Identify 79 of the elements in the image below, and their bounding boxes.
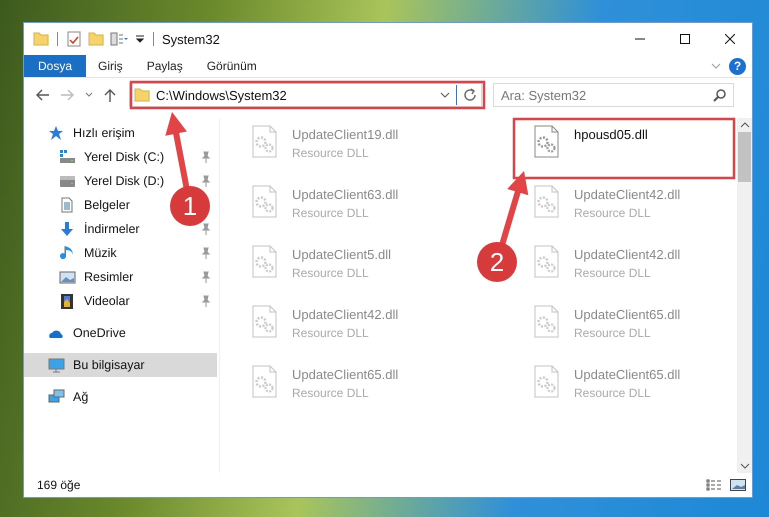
sidebar-item[interactable]: Bu bilgisayar [24, 353, 217, 377]
address-path: C:\Windows\System32 [156, 88, 288, 102]
file-name[interactable]: UpdateClient5.dll [292, 247, 392, 262]
scroll-up-icon[interactable] [740, 122, 750, 128]
view-dropdown-icon[interactable] [110, 31, 129, 47]
videos-icon [59, 293, 76, 309]
pin-icon[interactable] [199, 271, 213, 283]
file-type: Resource DLL [574, 206, 652, 220]
pin-icon[interactable] [199, 247, 213, 259]
search-icon[interactable] [713, 89, 726, 102]
close-icon[interactable] [725, 34, 735, 44]
pin-icon[interactable] [199, 295, 213, 307]
sidebar-item[interactable]: Resimler [59, 265, 134, 289]
up-arrow-icon[interactable] [103, 88, 117, 102]
help-button[interactable]: ? [729, 58, 746, 74]
properties-icon[interactable] [66, 31, 82, 47]
star-icon [48, 125, 65, 141]
pin-icon[interactable] [199, 151, 213, 163]
file-name[interactable]: UpdateClient42.dll [574, 247, 680, 262]
network-icon [48, 389, 65, 405]
file-name[interactable]: UpdateClient65.dll [292, 367, 398, 382]
address-field[interactable]: C:\Windows\System32 [129, 83, 482, 107]
new-folder-icon[interactable] [88, 31, 104, 47]
ribbon-tab[interactable]: Dosya [24, 55, 86, 77]
file-name[interactable]: UpdateClient65.dll [574, 367, 680, 382]
customize-caret-icon[interactable] [135, 33, 145, 45]
back-arrow-icon[interactable] [35, 88, 50, 102]
recent-caret-icon[interactable] [85, 92, 93, 98]
file-name[interactable]: UpdateClient65.dll [574, 307, 680, 322]
computer-icon [48, 357, 65, 373]
file-type: Resource DLL [292, 266, 370, 280]
sidebar-item[interactable]: Belgeler [59, 193, 130, 217]
refresh-icon[interactable] [463, 88, 477, 102]
details-view-icon[interactable] [706, 479, 722, 491]
scroll-down-icon[interactable] [740, 463, 750, 469]
file-name[interactable]: hpousd05.dll [574, 127, 648, 142]
sidebar-item[interactable]: OneDrive [48, 321, 126, 345]
scroll-thumb[interactable] [738, 132, 751, 182]
file-type: Resource DLL [292, 146, 370, 160]
forward-arrow-icon[interactable] [60, 88, 75, 102]
scrollbar[interactable] [737, 118, 752, 473]
step-number: 1 [182, 191, 198, 221]
window-title: System32 [162, 32, 220, 46]
search-field[interactable]: Ara: System32 [493, 83, 734, 107]
pin-icon[interactable] [199, 175, 213, 187]
file-type: Resource DLL [574, 386, 652, 400]
pin-icon[interactable] [199, 223, 213, 235]
file-type: Resource DLL [292, 206, 370, 220]
file-type: Resource DLL [574, 326, 652, 340]
sidebar-item[interactable]: Yerel Disk (C:) [59, 145, 164, 169]
file-type: Resource DLL [292, 326, 370, 340]
pictures-icon [59, 269, 76, 285]
sidebar-item[interactable]: Yerel Disk (D:) [59, 169, 164, 193]
download-icon [59, 221, 76, 237]
ribbon-tab[interactable]: Görünüm [194, 55, 269, 77]
maximize-icon[interactable] [680, 34, 690, 44]
file-name[interactable]: UpdateClient42.dll [292, 307, 398, 322]
item-count: 169 öğe [37, 478, 80, 492]
sidebar-item[interactable]: İndirmeler [59, 217, 140, 241]
folder-icon [134, 87, 150, 103]
sidebar-item[interactable]: Hızlı erişim [48, 121, 135, 145]
sidebar-item[interactable]: Videolar [59, 289, 130, 313]
file-type: Resource DLL [292, 386, 370, 400]
large-icons-view-icon[interactable] [730, 479, 746, 491]
file-name[interactable]: UpdateClient63.dll [292, 187, 398, 202]
sidebar-item[interactable]: Ağ [48, 385, 88, 409]
sidebar-item[interactable]: Müzik [59, 241, 117, 265]
dropdown-caret-icon[interactable] [440, 92, 450, 98]
expand-ribbon-icon[interactable] [711, 62, 721, 70]
file-name[interactable]: UpdateClient19.dll [292, 127, 398, 142]
step-number: 2 [490, 247, 504, 277]
ribbon-tab[interactable]: Giriş [86, 55, 135, 77]
sysdisk-icon [59, 149, 76, 165]
file-type: Resource DLL [574, 266, 652, 280]
step-circle [477, 242, 517, 282]
step-circle [170, 186, 210, 226]
ribbon-tab[interactable]: Paylaş [134, 55, 195, 77]
folder-icon[interactable] [33, 31, 49, 47]
file-name[interactable]: UpdateClient42.dll [574, 187, 680, 202]
